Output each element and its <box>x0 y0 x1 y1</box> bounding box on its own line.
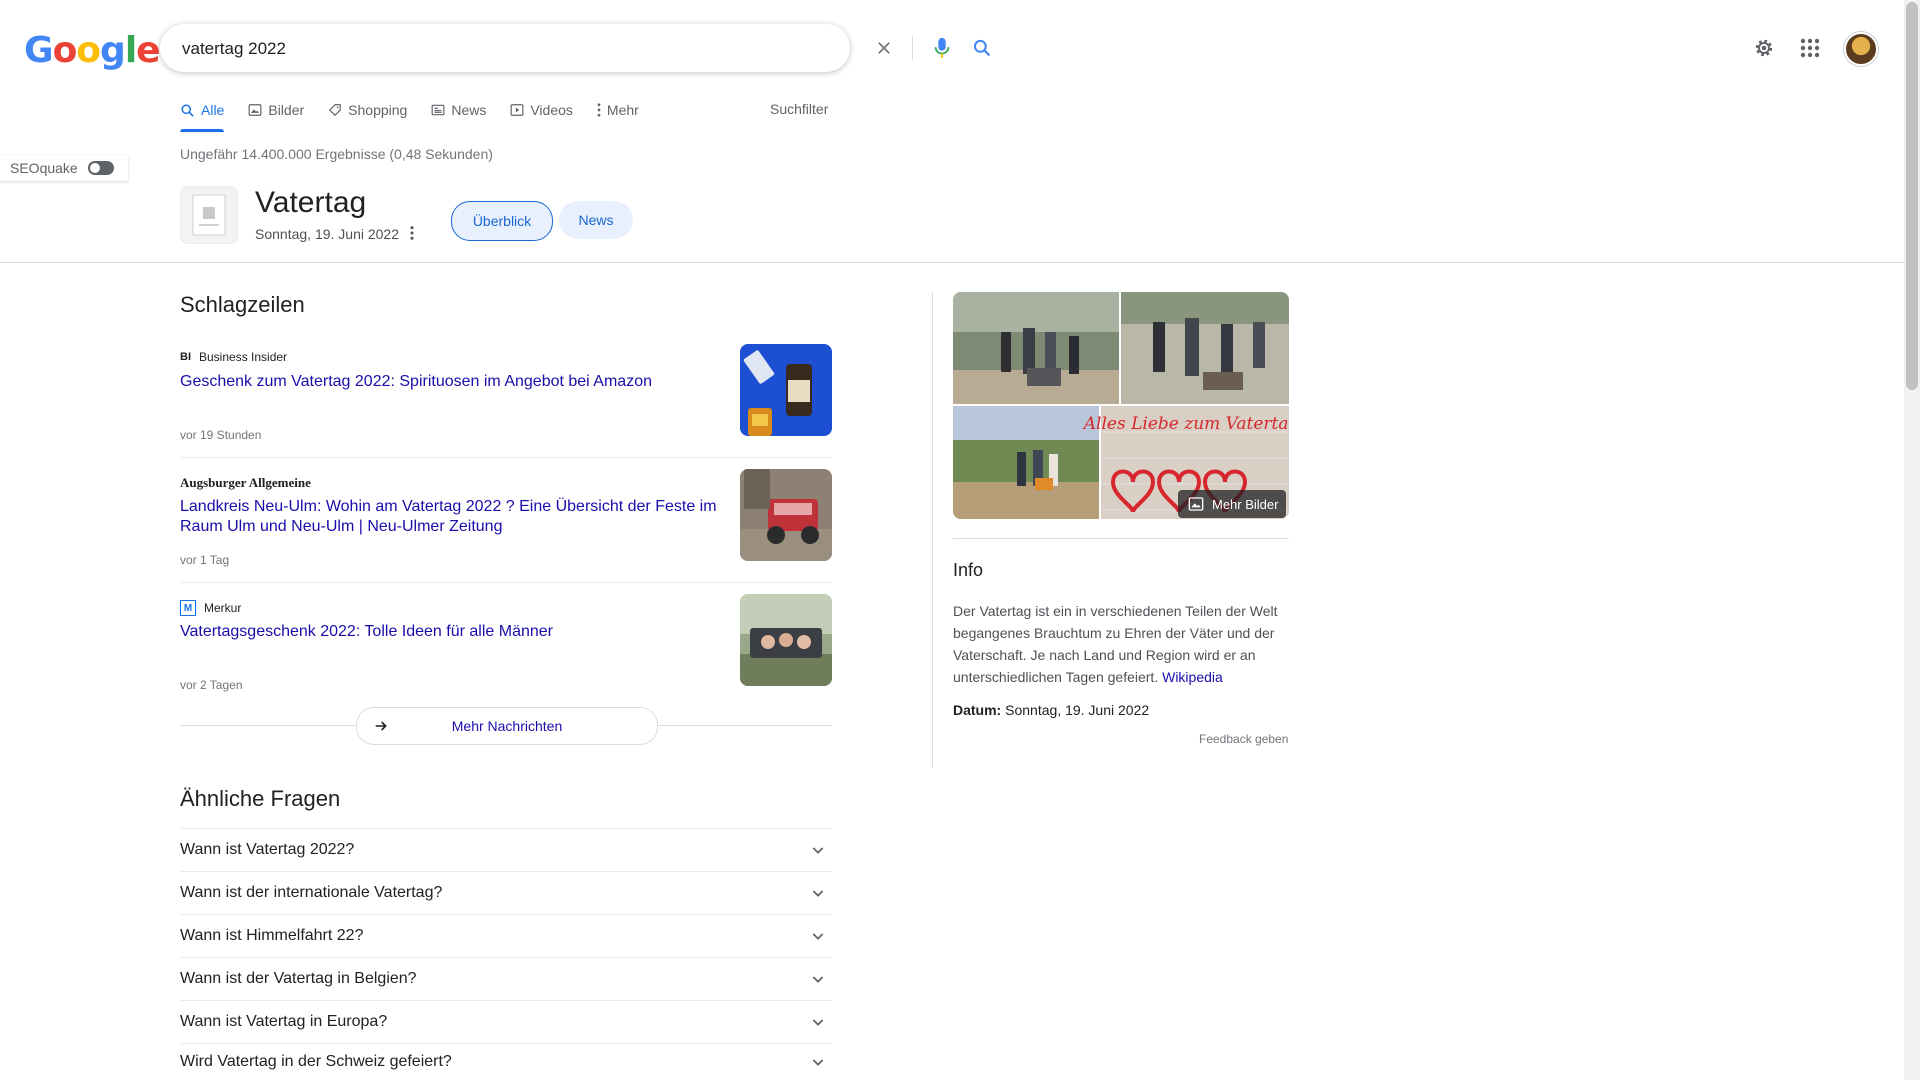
more-vert-icon <box>597 103 601 117</box>
search-filter-button[interactable]: Suchfilter <box>770 101 828 117</box>
panel-divider <box>932 292 933 768</box>
more-news-button[interactable]: Mehr Nachrichten <box>356 707 658 745</box>
business-insider-logo: BI <box>180 351 191 363</box>
wikipedia-link[interactable]: Wikipedia <box>1162 669 1223 685</box>
news-title-link[interactable]: Vatertagsgeschenk 2022: Tolle Ideen für … <box>180 622 725 642</box>
chevron-down-icon <box>812 890 824 897</box>
news-title-link[interactable]: Landkreis Neu-Ulm: Wohin am Vatertag 202… <box>180 497 725 537</box>
google-logo[interactable]: Google <box>24 30 161 71</box>
news-source: Augsburger Allgemeine <box>180 475 311 491</box>
newspaper-icon <box>431 104 445 116</box>
news-source-name: Business Insider <box>199 350 288 364</box>
paa-question[interactable]: Wann ist Vatertag 2022? <box>180 828 832 871</box>
chevron-down-icon <box>812 976 824 983</box>
play-icon <box>510 104 524 116</box>
seoquake-widget: SEOquake <box>0 155 128 181</box>
entity-subtitle: Sonntag, 19. Juni 2022 <box>255 226 400 242</box>
news-source: BI Business Insider <box>180 350 287 364</box>
tab-label: Alle <box>201 102 225 118</box>
arrow-right-icon <box>375 721 387 731</box>
chevron-down-icon <box>812 847 824 854</box>
search-box <box>160 24 991 72</box>
news-title-link[interactable]: Geschenk zum Vatertag 2022: Spirituosen … <box>180 372 725 392</box>
tab-label: Shopping <box>348 102 408 118</box>
entity-title: Vatertag <box>255 186 367 219</box>
account-avatar[interactable] <box>1844 32 1878 66</box>
image-icon <box>1188 497 1204 511</box>
clear-icon[interactable] <box>872 36 896 60</box>
tab-alle[interactable]: Alle <box>180 98 225 132</box>
chip-overview[interactable]: Überblick <box>451 201 553 241</box>
news-divider <box>180 457 832 458</box>
search-icon <box>181 103 194 117</box>
tag-icon <box>329 104 341 117</box>
search-input[interactable] <box>180 36 684 62</box>
chip-news[interactable]: News <box>559 201 633 239</box>
tab-label: News <box>451 102 487 118</box>
paa-question[interactable]: Wann ist Vatertag in Europa? <box>180 1000 832 1043</box>
news-source-name: Augsburger Allgemeine <box>180 475 311 490</box>
tab-label: Videos <box>530 102 573 118</box>
apps-grid-icon[interactable] <box>1798 36 1822 60</box>
paa-question[interactable]: Wann ist der Vatertag in Belgien? <box>180 957 832 1000</box>
paa-title: Ähnliche Fragen <box>180 786 341 811</box>
news-source-name: Merkur <box>204 601 242 615</box>
news-time: vor 2 Tagen <box>180 678 243 692</box>
info-description: Der Vatertag ist ein in verschiedenen Te… <box>953 600 1289 688</box>
microphone-icon[interactable] <box>930 36 954 60</box>
tab-mehr[interactable]: Mehr <box>597 98 639 122</box>
paa-question-text: Wann ist der Vatertag in Belgien? <box>180 970 417 987</box>
entity-more-vert-icon[interactable] <box>410 226 414 245</box>
paa-question[interactable]: Wann ist Himmelfahrt 22? <box>180 914 832 957</box>
news-source: M Merkur <box>180 600 241 616</box>
news-thumbnail[interactable] <box>740 594 832 686</box>
info-description-text: Der Vatertag ist ein in verschiedenen Te… <box>953 603 1278 685</box>
search-divider <box>912 36 913 60</box>
panel-rule <box>953 538 1289 539</box>
info-title: Info <box>953 560 984 580</box>
scrollbar-thumb[interactable] <box>1906 2 1918 390</box>
info-date-label: Datum: <box>953 702 1002 718</box>
search-tabs: Alle Bilder Shopping News Videos Mehr <box>180 98 639 132</box>
tab-videos[interactable]: Videos <box>510 98 573 122</box>
header-separator <box>0 262 1904 263</box>
seoquake-label: SEOquake <box>10 160 78 176</box>
feedback-link[interactable]: Feedback geben <box>1199 732 1288 746</box>
tab-news[interactable]: News <box>431 98 486 122</box>
more-images-label: Mehr Bilder <box>1212 496 1279 512</box>
headlines-title: Schlagzeilen <box>180 292 305 317</box>
search-icon[interactable] <box>970 36 994 60</box>
tab-label: Bilder <box>268 102 305 118</box>
news-divider <box>180 582 832 583</box>
result-stats: Ungefähr 14.400.000 Ergebnisse (0,48 Sek… <box>180 146 493 162</box>
image-icon <box>248 104 262 116</box>
news-thumbnail[interactable] <box>740 344 832 436</box>
tab-bilder[interactable]: Bilder <box>248 98 304 122</box>
paa-question-text: Wann ist Vatertag in Europa? <box>180 1013 388 1030</box>
more-news-label: Mehr Nachrichten <box>451 718 563 734</box>
chevron-down-icon <box>812 1019 824 1026</box>
news-thumbnail[interactable] <box>740 469 832 561</box>
paa-question[interactable]: Wird Vatertag in der Schweiz gefeiert? <box>180 1043 832 1080</box>
paa-question[interactable]: Wann ist der internationale Vatertag? <box>180 871 832 914</box>
paa-question-text: Wird Vatertag in der Schweiz gefeiert? <box>180 1053 452 1070</box>
info-date: Datum: Sonntag, 19. Juni 2022 <box>953 702 1149 718</box>
entity-thumbnail[interactable] <box>180 186 238 244</box>
info-date-value: Sonntag, 19. Juni 2022 <box>1005 702 1150 718</box>
seoquake-toggle[interactable] <box>87 161 114 175</box>
more-images-button[interactable]: Mehr Bilder <box>1178 490 1286 518</box>
tab-shopping[interactable]: Shopping <box>328 98 407 122</box>
merkur-logo: M <box>180 600 196 616</box>
chevron-down-icon <box>812 1059 824 1066</box>
news-time: vor 19 Stunden <box>180 428 262 442</box>
image-caption: Alles Liebe zum Vatertag! <box>1082 414 1289 434</box>
paa-question-text: Wann ist Himmelfahrt 22? <box>180 927 364 944</box>
tab-label: Mehr <box>606 102 639 118</box>
paa-question-text: Wann ist Vatertag 2022? <box>180 841 355 858</box>
settings-gear-icon[interactable] <box>1752 36 1776 60</box>
image-grid[interactable]: Alles Liebe zum Vatertag! <box>953 292 1289 519</box>
paa-question-text: Wann ist der internationale Vatertag? <box>180 884 443 901</box>
chevron-down-icon <box>812 933 824 940</box>
news-time: vor 1 Tag <box>180 553 230 567</box>
